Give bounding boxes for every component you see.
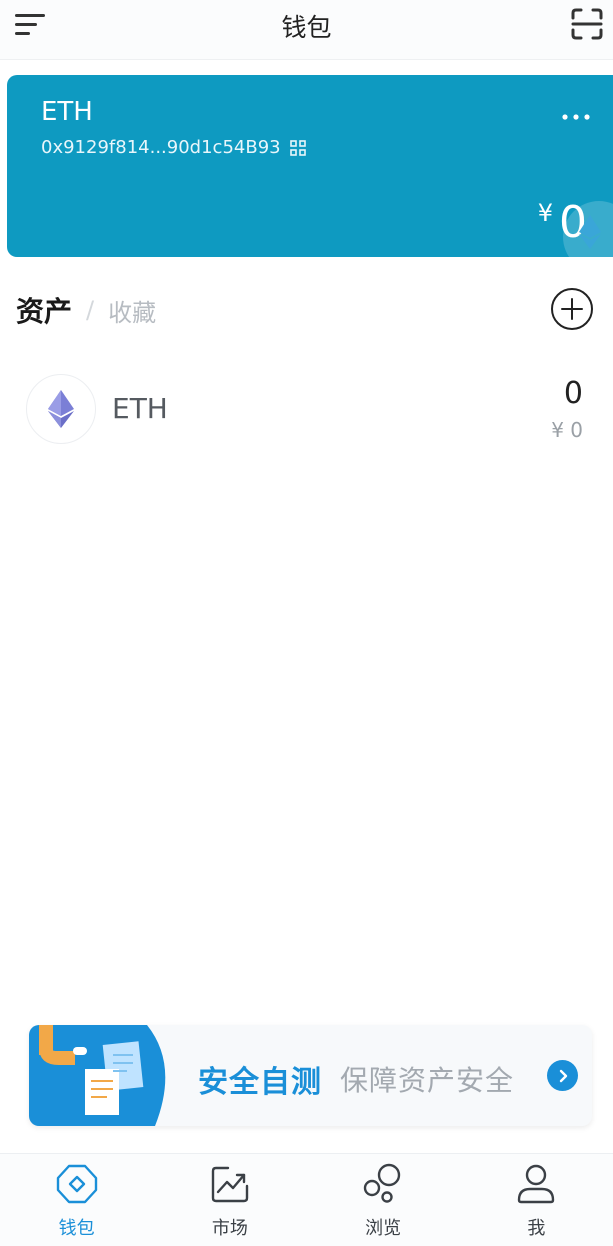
banner-tagline: 保障资产安全 xyxy=(340,1064,515,1097)
nav-label-me: 我 xyxy=(527,1218,546,1239)
asset-list-item[interactable]: ETH 0 ¥ 0 xyxy=(26,374,591,446)
add-asset-button[interactable] xyxy=(550,287,594,331)
eth-watermark-icon xyxy=(579,215,601,249)
banner-headline: 安全自测 xyxy=(198,1065,322,1100)
wallet-address-row[interactable]: 0x9129f814...90d1c54B93 xyxy=(41,137,307,158)
plus-circle-icon xyxy=(551,288,593,330)
nav-item-wallet[interactable]: 钱包 xyxy=(0,1154,153,1246)
top-bar: 钱包 xyxy=(0,0,613,60)
asset-name: ETH xyxy=(112,392,168,425)
more-dots-icon xyxy=(562,114,590,120)
tab-assets[interactable]: 资产 xyxy=(16,290,72,330)
banner-go-button[interactable] xyxy=(547,1060,578,1091)
bottom-navigation: 钱包 市场 浏览 我 xyxy=(0,1153,613,1246)
market-chart-icon xyxy=(211,1166,249,1203)
ethereum-icon xyxy=(48,390,74,428)
asset-quantity: 0 xyxy=(563,376,583,411)
wallet-icon xyxy=(56,1164,97,1204)
page-title: 钱包 xyxy=(281,13,332,42)
wallet-chain-name: ETH xyxy=(41,97,93,127)
security-check-banner[interactable]: 安全自测 保障资产安全 xyxy=(29,1025,592,1126)
qr-code-icon[interactable] xyxy=(289,139,307,157)
asset-fiat-value: ¥ 0 xyxy=(551,418,583,442)
nav-label-browse: 浏览 xyxy=(365,1218,402,1239)
wallet-address: 0x9129f814...90d1c54B93 xyxy=(41,137,281,158)
security-illustration-icon xyxy=(29,1025,166,1126)
chevron-right-icon xyxy=(559,1069,567,1082)
profile-icon xyxy=(518,1164,555,1204)
tab-favorites[interactable]: 收藏 xyxy=(108,293,156,328)
scan-button[interactable] xyxy=(569,6,605,42)
asset-tabs: 资产 / 收藏 xyxy=(16,290,156,330)
asset-logo xyxy=(26,374,96,444)
wallet-card[interactable]: ETH 0x9129f814...90d1c54B93 ¥ 0 xyxy=(7,75,613,257)
currency-symbol: ¥ xyxy=(537,199,553,227)
nav-label-market: 市场 xyxy=(211,1218,248,1239)
tab-separator: / xyxy=(86,296,95,324)
browse-bubbles-icon xyxy=(363,1163,401,1203)
nav-item-me[interactable]: 我 xyxy=(460,1154,613,1246)
wallet-more-button[interactable] xyxy=(561,107,591,120)
nav-item-market[interactable]: 市场 xyxy=(153,1154,306,1246)
nav-label-wallet: 钱包 xyxy=(58,1218,95,1239)
scan-icon xyxy=(571,8,603,40)
nav-item-browse[interactable]: 浏览 xyxy=(307,1154,460,1246)
